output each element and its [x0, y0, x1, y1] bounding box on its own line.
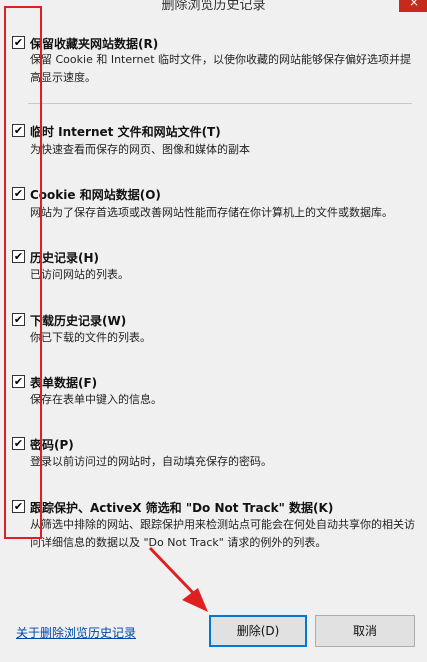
- download-history-label[interactable]: 下载历史记录(W): [30, 312, 126, 329]
- tracking-protection-label[interactable]: 跟踪保护、ActiveX 筛选和 "Do Not Track" 数据(K): [30, 499, 333, 516]
- cookies-label[interactable]: Cookie 和网站数据(O): [30, 186, 161, 203]
- temp-files-label[interactable]: 临时 Internet 文件和网站文件(T): [30, 123, 221, 140]
- form-data-desc: 保存在表单中键入的信息。: [30, 393, 162, 406]
- history-label[interactable]: 历史记录(H): [30, 249, 99, 266]
- form-data-checkbox[interactable]: ✔: [12, 375, 25, 388]
- close-icon[interactable]: ×: [399, 0, 427, 12]
- download-history-desc: 你已下载的文件的列表。: [30, 331, 151, 344]
- preserve-favorites-label[interactable]: 保留收藏夹网站数据(R): [30, 35, 158, 52]
- cancel-button[interactable]: 取消: [315, 615, 415, 647]
- history-checkbox[interactable]: ✔: [12, 250, 25, 263]
- tracking-protection-desc: 从筛选中排除的网站、跟踪保护用来检测站点可能会在何处自动共享你的相关访问详细信息…: [30, 518, 415, 549]
- temp-files-desc: 为快速查看而保存的网页、图像和媒体的副本: [30, 143, 250, 156]
- temp-files-checkbox[interactable]: ✔: [12, 124, 25, 137]
- separator: [28, 103, 412, 104]
- passwords-desc: 登录以前访问过的网站时，自动填充保存的密码。: [30, 455, 272, 468]
- title-bar: 删除浏览历史记录 ×: [0, 0, 427, 12]
- preserve-favorites-checkbox[interactable]: ✔: [12, 36, 25, 49]
- passwords-label[interactable]: 密码(P): [30, 436, 74, 453]
- form-data-label[interactable]: 表单数据(F): [30, 374, 97, 391]
- history-desc: 已访问网站的列表。: [30, 268, 129, 281]
- passwords-checkbox[interactable]: ✔: [12, 437, 25, 450]
- preserve-favorites-desc: 保留 Cookie 和 Internet 临时文件，以使你收藏的网站能够保存偏好…: [30, 53, 411, 84]
- about-deleting-history-link[interactable]: 关于删除浏览历史记录: [16, 624, 136, 641]
- window-title: 删除浏览历史记录: [161, 0, 266, 12]
- delete-button[interactable]: 删除(D): [209, 615, 307, 647]
- tracking-protection-checkbox[interactable]: ✔: [12, 500, 25, 513]
- cookies-desc: 网站为了保存首选项或改善网站性能而存储在你计算机上的文件或数据库。: [30, 206, 393, 219]
- download-history-checkbox[interactable]: ✔: [12, 313, 25, 326]
- cookies-checkbox[interactable]: ✔: [12, 187, 25, 200]
